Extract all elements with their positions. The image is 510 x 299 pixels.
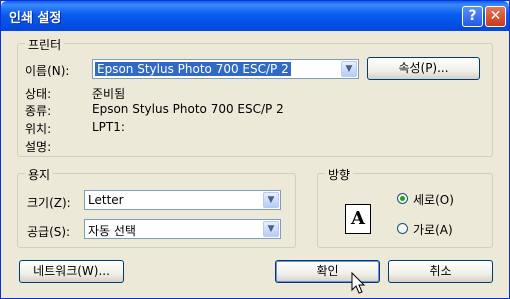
printer-name-label: 이름(N): (25, 64, 70, 78)
mouse-pointer-icon (351, 272, 366, 294)
printer-name-value: Epson Stylus Photo 700 ESC/P 2 (95, 62, 291, 76)
paper-source-value: 자동 선택 (88, 224, 136, 238)
portrait-label[interactable]: 세로(O) (413, 191, 454, 208)
portrait-radio[interactable] (397, 193, 408, 204)
type-label: 종류: (25, 104, 52, 118)
landscape-radio[interactable] (397, 223, 408, 234)
dialog-title: 인쇄 설정 (9, 11, 62, 26)
chevron-down-icon[interactable]: ▼ (263, 192, 279, 208)
paper-size-value: Letter (88, 193, 124, 207)
paper-source-label: 공급(S): (27, 225, 71, 239)
properties-button[interactable]: 속성(P)... (367, 57, 480, 80)
where-value: LPT1: (92, 120, 125, 134)
network-button[interactable]: 네트워크(W)... (19, 260, 124, 283)
status-label: 상태: (25, 87, 52, 101)
chevron-down-icon[interactable]: ▼ (263, 221, 279, 237)
paper-source-select[interactable]: 자동 선택 ▼ (84, 219, 281, 239)
orientation-group-label: 방향 (325, 166, 354, 183)
print-setup-dialog: 인쇄 설정 ? ✕ 프린터 이름(N): Epson Stylus Photo … (0, 0, 510, 299)
portrait-orientation-icon: A (345, 204, 371, 234)
status-value: 준비됨 (92, 87, 126, 101)
printer-group-label: 프린터 (25, 36, 65, 53)
paper-group-label: 용지 (25, 166, 54, 183)
chevron-down-icon[interactable]: ▼ (341, 61, 357, 77)
type-value: Epson Stylus Photo 700 ESC/P 2 (92, 102, 284, 116)
orientation-group: 방향 (317, 166, 493, 248)
help-button[interactable]: ? (462, 6, 483, 27)
title-bar[interactable]: 인쇄 설정 ? ✕ (1, 1, 509, 31)
where-label: 위치: (25, 122, 52, 136)
close-button[interactable]: ✕ (485, 6, 506, 27)
cancel-button[interactable]: 취소 (388, 260, 493, 283)
landscape-label[interactable]: 가로(A) (413, 221, 453, 238)
paper-size-select[interactable]: Letter ▼ (84, 190, 281, 210)
printer-name-select[interactable]: Epson Stylus Photo 700 ESC/P 2 ▼ (92, 59, 359, 79)
comment-label: 설명: (25, 140, 52, 154)
paper-size-label: 크기(Z): (27, 196, 71, 210)
